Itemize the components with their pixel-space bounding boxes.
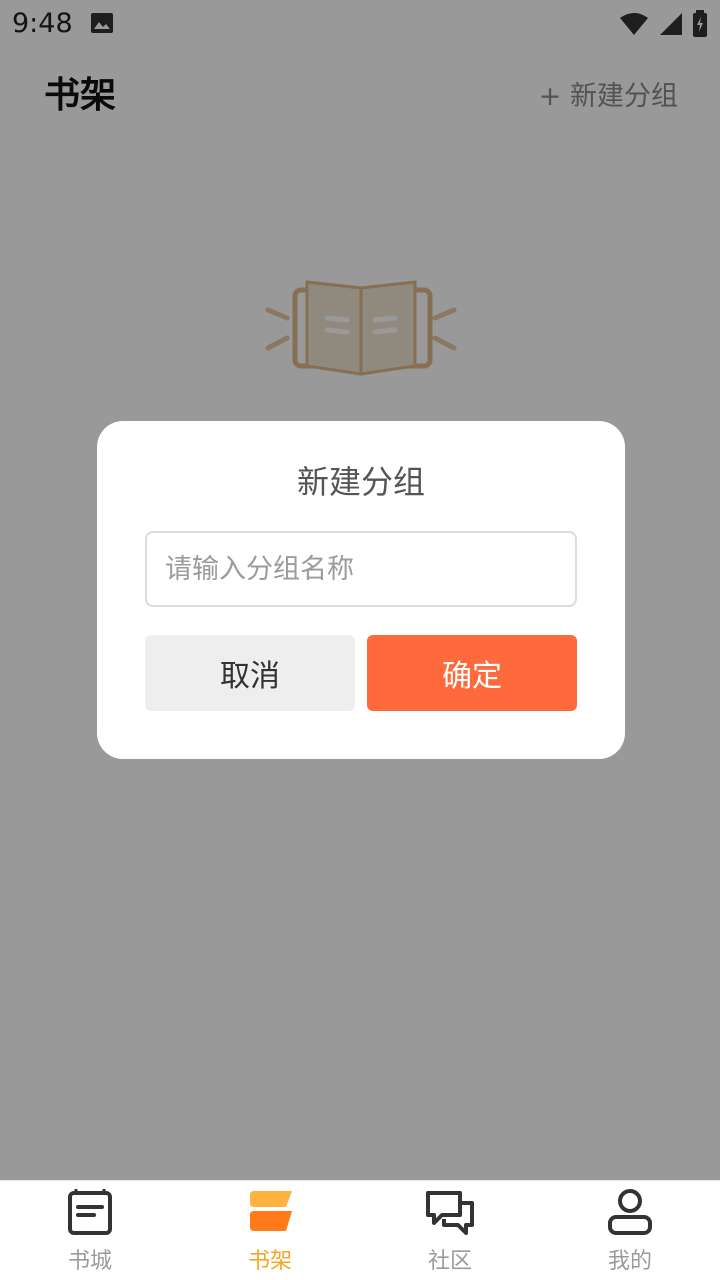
nav-label-bookshelf: 书架 — [247, 1249, 292, 1274]
nav-item-profile[interactable]: 我的 — [540, 1181, 720, 1280]
bookshelf-icon — [250, 1191, 292, 1231]
dialog-title: 新建分组 — [296, 463, 425, 501]
nav-label-profile: 我的 — [607, 1249, 652, 1274]
confirm-button[interactable]: 确定 — [367, 635, 577, 711]
nav-label-community: 社区 — [427, 1249, 472, 1274]
nav-label-bookstore: 书城 — [67, 1249, 112, 1274]
nav-item-community[interactable]: 社区 — [360, 1181, 540, 1280]
new-group-dialog: 新建分组 取消 确定 — [97, 421, 625, 759]
profile-icon — [608, 1189, 652, 1235]
community-icon — [426, 1191, 474, 1235]
nav-item-bookshelf[interactable]: 书架 — [180, 1181, 360, 1280]
group-name-input[interactable] — [145, 531, 577, 607]
bottom-nav: 书城 书架 社区 我的 — [0, 1180, 720, 1280]
bookstore-icon — [68, 1189, 112, 1235]
nav-item-bookstore[interactable]: 书城 — [0, 1181, 180, 1280]
cancel-button[interactable]: 取消 — [145, 635, 355, 711]
